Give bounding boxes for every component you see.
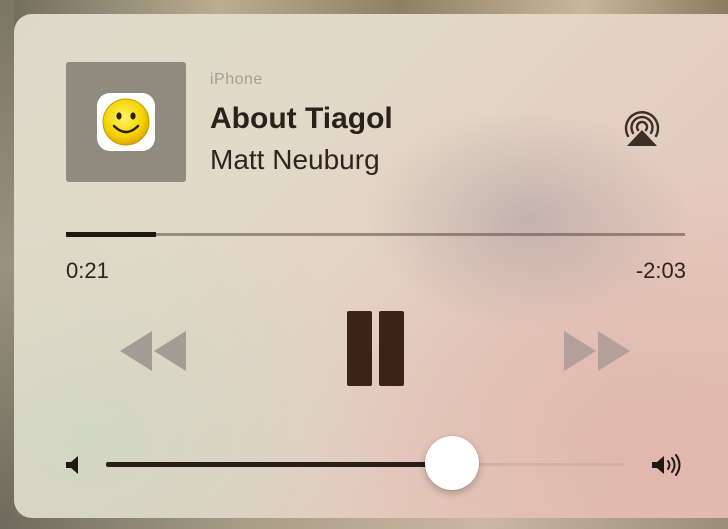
airplay-button[interactable] (620, 108, 664, 148)
volume-slider-thumb[interactable] (425, 436, 480, 490)
progress-bar[interactable] (66, 232, 685, 237)
smiley-icon (102, 98, 150, 146)
album-artwork[interactable] (66, 62, 186, 182)
pause-button[interactable] (347, 311, 407, 386)
speaker-low-icon (66, 456, 78, 474)
app-icon (97, 93, 155, 151)
song-title: About Tiagol (210, 102, 393, 135)
progress-fill (66, 232, 157, 237)
song-artist: Matt Neuburg (210, 144, 380, 175)
speaker-high-icon (652, 454, 681, 476)
airplay-icon (624, 111, 660, 146)
background-edge-bottom (0, 517, 728, 529)
output-device-label: iPhone (210, 71, 263, 88)
elapsed-time: 0:21 (66, 258, 109, 283)
rewind-icon (120, 331, 186, 371)
now-playing-card: iPhone About Tiagol Matt Neuburg 0:21 -2… (14, 14, 728, 518)
fast-forward-button[interactable] (562, 329, 632, 373)
rewind-button[interactable] (118, 329, 188, 373)
volume-fill (106, 462, 453, 467)
background-edge-left (0, 0, 14, 529)
fast-forward-icon (564, 331, 630, 371)
remaining-time: -2:03 (635, 258, 686, 283)
volume-slider[interactable] (106, 462, 625, 467)
